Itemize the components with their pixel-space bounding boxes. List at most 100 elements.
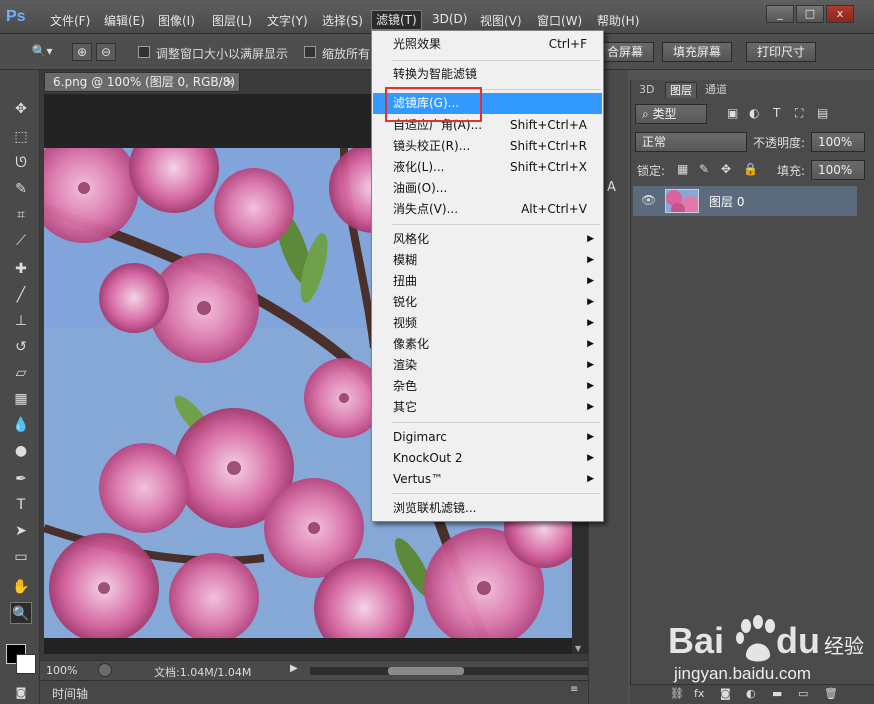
timeline-label[interactable]: 时间轴 bbox=[52, 685, 88, 702]
history-brush-tool-icon[interactable]: ↺ bbox=[10, 336, 32, 358]
shape-tool-icon[interactable]: ▭ bbox=[10, 546, 32, 568]
smart-object-filter-icon[interactable]: ▤ bbox=[817, 106, 828, 120]
menu-item-noise[interactable]: 杂色 ▶ bbox=[373, 376, 602, 397]
dodge-tool-icon[interactable]: ● bbox=[10, 440, 32, 462]
menu-item-lens-correction[interactable]: 镜头校正(R)... Shift+Ctrl+R bbox=[373, 136, 602, 157]
menu-item-vanishing-point[interactable]: 消失点(V)... Alt+Ctrl+V bbox=[373, 199, 602, 220]
menu-item-distort[interactable]: 扭曲 ▶ bbox=[373, 271, 602, 292]
document-tab[interactable]: 6.png @ 100% (图层 0, RGB/8) × bbox=[44, 72, 240, 92]
menu-3d[interactable]: 3D(D) bbox=[432, 12, 467, 26]
menu-item-vertus[interactable]: Vertus™ ▶ bbox=[373, 469, 602, 490]
zoom-out-icon[interactable]: ⊖ bbox=[96, 43, 116, 61]
status-info-icon[interactable] bbox=[98, 663, 112, 677]
menu-item-browse-filters-online[interactable]: 浏览联机滤镜... bbox=[373, 498, 602, 519]
close-button[interactable]: x bbox=[826, 5, 854, 23]
menu-item-label: Vertus™ bbox=[393, 472, 444, 486]
menu-item-label: 扭曲 bbox=[393, 274, 418, 288]
lock-all-icon[interactable]: 🔒 bbox=[743, 162, 758, 176]
menu-help[interactable]: 帮助(H) bbox=[597, 12, 639, 29]
menu-item-oil-paint[interactable]: 油画(O)... bbox=[373, 178, 602, 199]
blur-tool-icon[interactable]: 💧 bbox=[10, 414, 32, 436]
move-tool-icon[interactable]: ✥ bbox=[10, 98, 32, 120]
menu-select[interactable]: 选择(S) bbox=[322, 12, 363, 29]
menu-item-render[interactable]: 渲染 ▶ bbox=[373, 355, 602, 376]
horizontal-scroll-thumb[interactable] bbox=[388, 667, 464, 675]
gradient-tool-icon[interactable]: ▦ bbox=[10, 388, 32, 410]
hand-tool-icon[interactable]: ✋ bbox=[10, 576, 32, 598]
fill-field[interactable]: 100% bbox=[811, 160, 865, 180]
blend-mode-select[interactable]: 正常 bbox=[635, 132, 747, 152]
menu-type[interactable]: 文字(Y) bbox=[267, 12, 308, 29]
horizontal-scrollbar[interactable] bbox=[310, 667, 588, 675]
menu-layer[interactable]: 图层(L) bbox=[212, 12, 252, 29]
fill-screen-button[interactable]: 填充屏幕 bbox=[662, 42, 733, 62]
menu-view[interactable]: 视图(V) bbox=[480, 12, 522, 29]
menu-item-label: 消失点(V)... bbox=[393, 202, 459, 216]
menu-item-last-filter[interactable]: 光照效果 Ctrl+F bbox=[373, 34, 602, 55]
submenu-arrow-icon: ▶ bbox=[587, 234, 594, 244]
type-filter-icon[interactable]: T bbox=[773, 106, 780, 120]
menu-file[interactable]: 文件(F) bbox=[50, 12, 90, 29]
menu-item-knockout[interactable]: KnockOut 2 ▶ bbox=[373, 448, 602, 469]
eye-icon[interactable]: 👁 bbox=[641, 193, 656, 207]
document-size-info: 文档:1.04M/1.04M bbox=[154, 666, 252, 679]
menu-item-label: KnockOut 2 bbox=[393, 451, 463, 465]
zoom-tool-preset-icon[interactable]: 🔍▾ bbox=[24, 43, 60, 61]
lock-image-icon[interactable]: ✎ bbox=[699, 162, 709, 176]
lasso-tool-icon[interactable]: ᘎ bbox=[10, 152, 32, 174]
maximize-button[interactable]: □ bbox=[796, 5, 824, 23]
crop-tool-icon[interactable]: ⌗ bbox=[10, 204, 32, 226]
healing-brush-tool-icon[interactable]: ✚ bbox=[10, 258, 32, 280]
quick-mask-icon[interactable]: ◙ bbox=[10, 682, 32, 704]
opacity-field[interactable]: 100% bbox=[811, 132, 865, 152]
fit-screen-button[interactable]: 合屏幕 bbox=[596, 42, 655, 62]
menu-window[interactable]: 窗口(W) bbox=[537, 12, 582, 29]
menu-edit[interactable]: 编辑(E) bbox=[104, 12, 145, 29]
menu-item-convert-smart-filter[interactable]: 转换为智能滤镜 bbox=[373, 64, 602, 85]
scroll-down-arrow-icon[interactable]: ▼ bbox=[575, 644, 581, 653]
quick-selection-tool-icon[interactable]: ✎ bbox=[10, 178, 32, 200]
lock-transparent-icon[interactable]: ▦ bbox=[677, 162, 688, 176]
menu-item-stylize[interactable]: 风格化 ▶ bbox=[373, 229, 602, 250]
menu-item-other[interactable]: 其它 ▶ bbox=[373, 397, 602, 418]
eyedropper-tool-icon[interactable]: ⟋ bbox=[10, 230, 32, 252]
adjustment-filter-icon[interactable]: ◐ bbox=[749, 106, 759, 120]
minimize-button[interactable]: _ bbox=[766, 5, 794, 23]
paragraph-panel-icon[interactable]: A bbox=[607, 180, 616, 195]
zoom-all-checkbox[interactable] bbox=[304, 46, 316, 58]
background-color-swatch[interactable] bbox=[16, 654, 36, 674]
clone-stamp-tool-icon[interactable]: ⊥ bbox=[10, 310, 32, 332]
timeline-menu-icon[interactable]: ≡ bbox=[570, 684, 578, 695]
resize-windows-checkbox[interactable] bbox=[138, 46, 150, 58]
menu-item-liquify[interactable]: 液化(L)... Shift+Ctrl+X bbox=[373, 157, 602, 178]
type-tool-icon[interactable]: T bbox=[10, 494, 32, 516]
menu-item-digimarc[interactable]: Digimarc ▶ bbox=[373, 427, 602, 448]
shape-filter-icon[interactable]: ⛶ bbox=[795, 106, 803, 121]
print-size-button[interactable]: 打印尺寸 bbox=[746, 42, 817, 62]
zoom-tool-icon[interactable]: 🔍 bbox=[10, 602, 32, 624]
zoom-in-icon[interactable]: ⊕ bbox=[72, 43, 92, 61]
layer-row[interactable]: 👁 图层 0 bbox=[633, 186, 857, 216]
eraser-tool-icon[interactable]: ▱ bbox=[10, 362, 32, 384]
zoom-level[interactable]: 100% bbox=[46, 664, 77, 677]
menu-item-pixelate[interactable]: 像素化 ▶ bbox=[373, 334, 602, 355]
layer-kind-filter-value: 类型 bbox=[652, 107, 677, 121]
menu-image[interactable]: 图像(I) bbox=[158, 12, 195, 29]
lock-position-icon[interactable]: ✥ bbox=[721, 162, 731, 176]
status-menu-arrow-icon[interactable]: ▶ bbox=[290, 663, 298, 674]
menu-item-blur[interactable]: 模糊 ▶ bbox=[373, 250, 602, 271]
tab-channels[interactable]: 通道 bbox=[701, 82, 731, 98]
menu-item-video[interactable]: 视频 ▶ bbox=[373, 313, 602, 334]
marquee-tool-icon[interactable]: ⬚ bbox=[10, 126, 32, 148]
pixel-filter-icon[interactable]: ▣ bbox=[727, 106, 738, 120]
tab-3d[interactable]: 3D bbox=[635, 82, 658, 98]
pen-tool-icon[interactable]: ✒ bbox=[10, 468, 32, 490]
brush-tool-icon[interactable]: ╱ bbox=[10, 284, 32, 306]
document-tab-close-icon[interactable]: × bbox=[225, 73, 235, 91]
menu-item-label: 浏览联机滤镜... bbox=[393, 501, 477, 515]
menu-item-sharpen[interactable]: 锐化 ▶ bbox=[373, 292, 602, 313]
path-selection-tool-icon[interactable]: ➤ bbox=[10, 520, 32, 542]
layer-kind-filter[interactable]: ⌕ 类型 bbox=[635, 104, 707, 124]
tab-layers[interactable]: 图层 bbox=[665, 82, 697, 98]
menu-filter[interactable]: 滤镜(T) bbox=[371, 10, 422, 30]
